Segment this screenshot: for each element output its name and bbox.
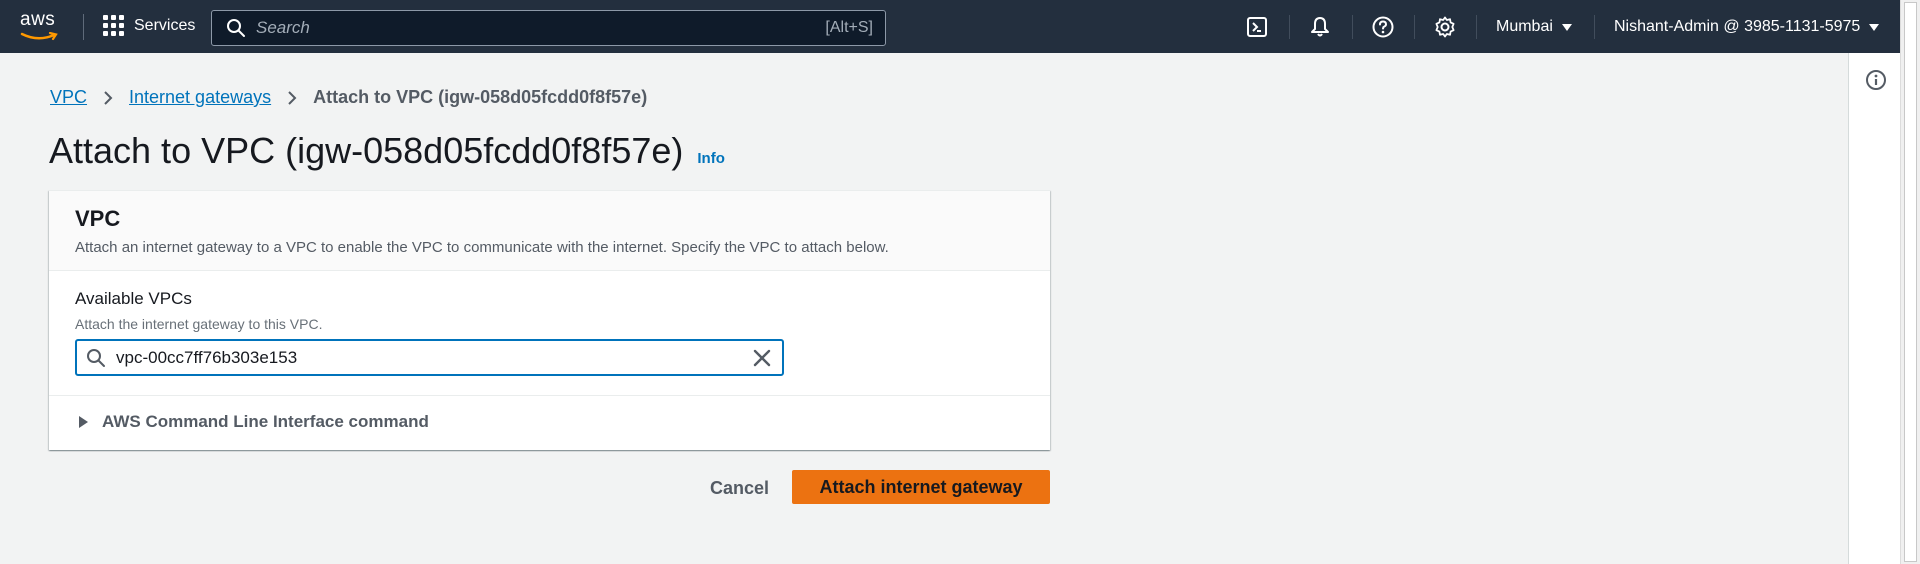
vpc-container: VPC Attach an internet gateway to a VPC … <box>49 190 1050 450</box>
nav-divider <box>1476 15 1477 39</box>
cli-command-label: AWS Command Line Interface command <box>102 412 429 431</box>
page-scrollbar[interactable] <box>1900 0 1920 564</box>
grid-icon <box>103 15 124 36</box>
section-heading: VPC <box>75 206 121 231</box>
region-label: Mumbai <box>1496 18 1553 35</box>
breadcrumb: VPC Internet gateways Attach to VPC (igw… <box>50 87 647 108</box>
help-icon[interactable] <box>1371 15 1395 39</box>
search-input[interactable] <box>256 18 776 38</box>
nav-divider <box>1414 15 1415 39</box>
scrollbar-thumb[interactable] <box>1904 2 1917 562</box>
settings-icon[interactable] <box>1433 15 1457 39</box>
field-description: Attach the internet gateway to this VPC. <box>75 316 323 332</box>
vpc-search-input[interactable] <box>116 347 716 368</box>
account-menu[interactable]: Nishant-Admin @ 3985-1131-5975 <box>1614 18 1880 36</box>
chevron-right-icon <box>288 90 297 105</box>
bell-icon[interactable] <box>1308 15 1332 39</box>
cloudshell-icon[interactable] <box>1245 15 1269 39</box>
services-menu-button[interactable]: Services <box>103 15 195 36</box>
caret-right-icon <box>79 416 88 428</box>
services-label: Services <box>134 16 196 34</box>
search-shortcut-hint: [Alt+S] <box>825 19 873 36</box>
aws-logo[interactable]: aws <box>20 10 64 44</box>
caret-down-icon <box>1561 23 1572 31</box>
utility-panel <box>1848 53 1900 564</box>
cancel-button[interactable]: Cancel <box>700 471 779 505</box>
available-vpcs-field: Available VPCs Attach the internet gatew… <box>49 271 1050 396</box>
attach-internet-gateway-button[interactable]: Attach internet gateway <box>792 470 1050 504</box>
cli-command-expander[interactable]: AWS Command Line Interface command <box>49 396 1050 448</box>
caret-down-icon <box>1869 23 1880 31</box>
search-icon <box>87 348 105 367</box>
vpc-autosuggest[interactable] <box>75 339 784 376</box>
vpc-container-header: VPC Attach an internet gateway to a VPC … <box>49 191 1050 271</box>
breadcrumb-link-internet-gateways[interactable]: Internet gateways <box>129 87 271 108</box>
breadcrumb-current: Attach to VPC (igw-058d05fcdd0f8f57e) <box>313 87 648 107</box>
info-panel-icon[interactable] <box>1865 69 1887 91</box>
section-description: Attach an internet gateway to a VPC to e… <box>75 239 889 256</box>
nav-separator <box>83 14 84 40</box>
account-label: Nishant-Admin @ 3985-1131-5975 <box>1614 18 1861 35</box>
chevron-right-icon <box>104 90 113 105</box>
aws-smile-icon <box>20 32 58 41</box>
field-label: Available VPCs <box>75 289 192 308</box>
breadcrumb-link-vpc[interactable]: VPC <box>50 87 87 108</box>
nav-divider <box>1289 15 1290 39</box>
page-title: Attach to VPC (igw-058d05fcdd0f8f57e) <box>49 130 684 171</box>
clear-icon[interactable] <box>752 348 772 368</box>
region-selector[interactable]: Mumbai <box>1496 18 1572 36</box>
info-link[interactable]: Info <box>697 150 725 167</box>
page-header: Attach to VPC (igw-058d05fcdd0f8f57e) In… <box>49 130 725 172</box>
aws-logo-text: aws <box>20 9 56 30</box>
top-navigation: aws Services [Alt+S] M <box>0 0 1900 53</box>
search-icon <box>227 19 245 37</box>
global-search[interactable]: [Alt+S] <box>211 10 886 46</box>
nav-divider <box>1594 15 1595 39</box>
nav-divider <box>1352 15 1353 39</box>
